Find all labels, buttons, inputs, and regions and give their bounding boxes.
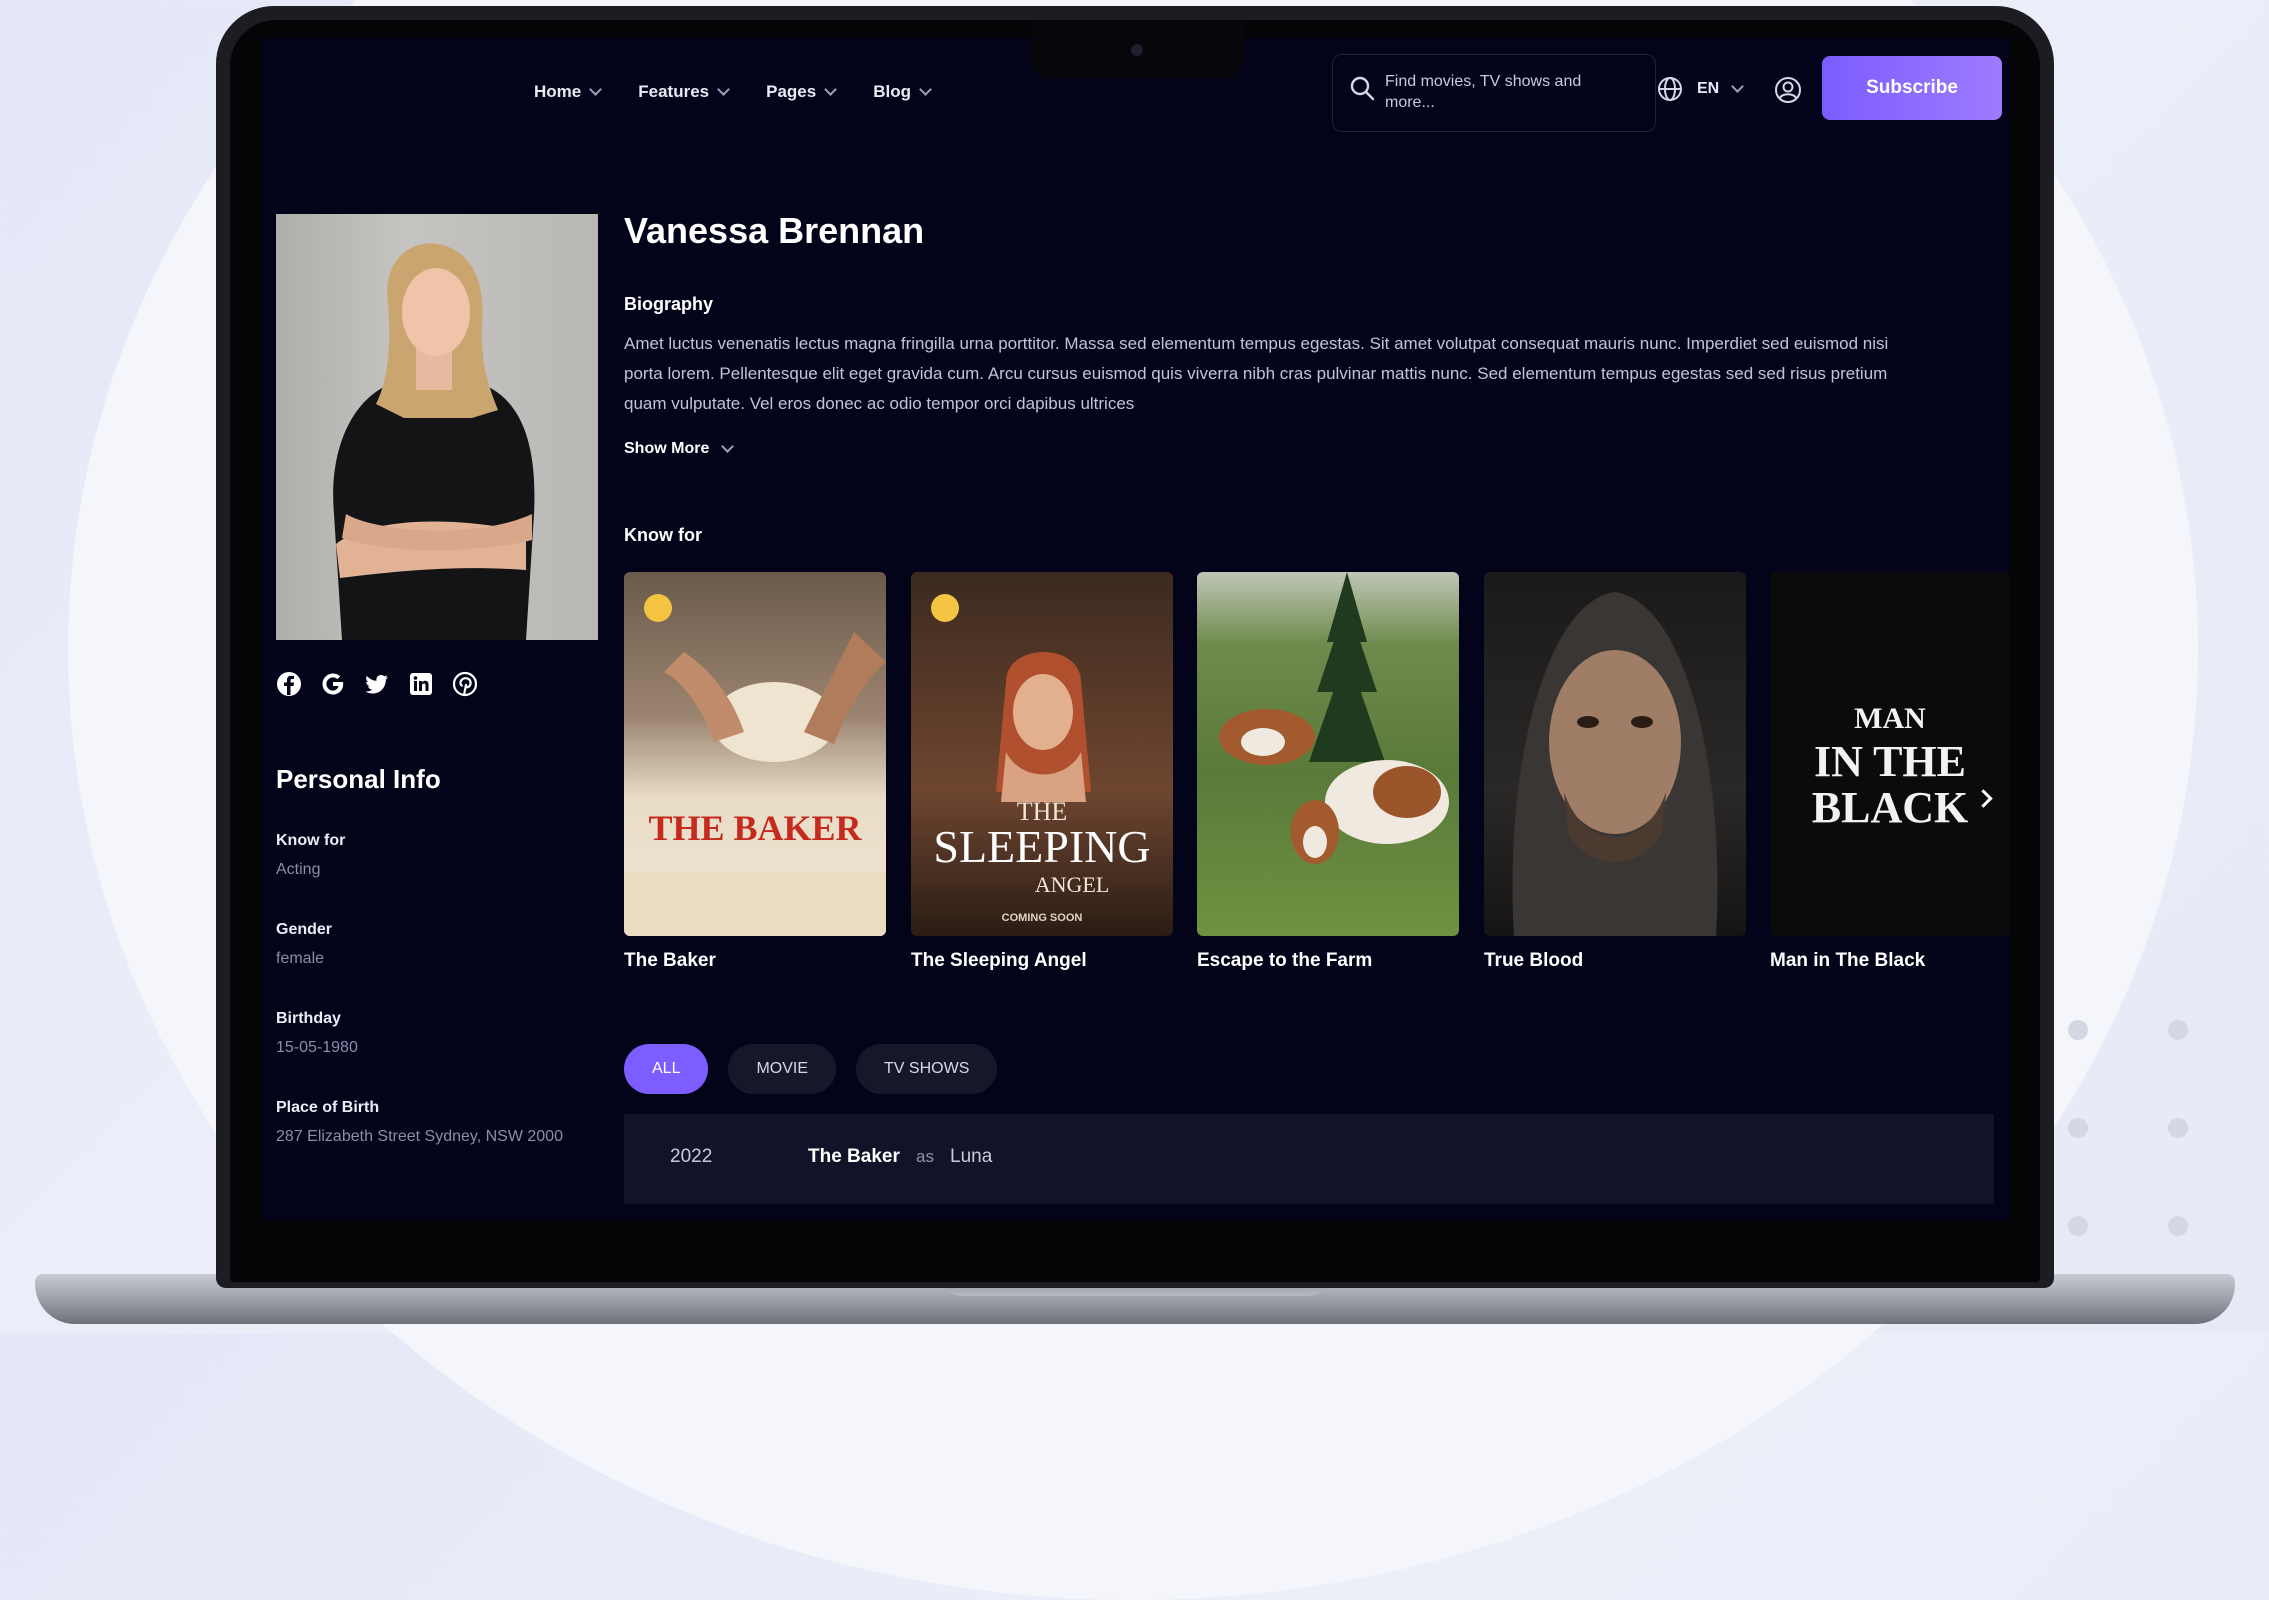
movie-card-the-sleeping-angel[interactable]: THE SLEEPING ANGEL COMING SOON The Sleep… [911,572,1173,972]
globe-icon [1658,77,1682,101]
poster-escape-to-the-farm [1197,572,1459,936]
poster-title-line-3: ANGEL [1034,872,1110,897]
nav-item-features[interactable]: Features [638,82,730,102]
person-name: Vanessa Brennan [624,210,925,251]
movie-title: The Baker [624,950,716,971]
gender-value: female [276,950,325,967]
place-of-birth-value: 287 Elizabeth Street Sydney, NSW 2000 [276,1128,563,1145]
movie-card-man-in-the-black[interactable]: MAN IN THE BLACK Man in The Black [1770,572,2010,972]
known-for-value: Acting [276,861,321,878]
nav-item-pages[interactable]: Pages [766,82,838,102]
subscribe-button[interactable]: Subscribe [1822,56,2002,120]
poster-tagline: COMING SOON [1001,912,1083,924]
biography-text: Amet luctus venenatis lectus magna fring… [624,334,1889,413]
poster-the-sleeping-angel: THE SLEEPING ANGEL COMING SOON [911,572,1173,936]
camera-icon [1131,44,1143,56]
poster-the-baker: THE BAKER [624,572,886,936]
movie-title: True Blood [1484,950,1584,971]
chevron-down-icon [919,83,932,96]
gender-label: Gender [276,921,333,938]
birthday-label: Birthday [276,1010,341,1027]
movie-card-escape-to-the-farm[interactable]: Escape to the Farm [1197,572,1459,972]
chevron-down-icon [589,83,603,96]
linkedin-icon[interactable] [408,671,434,697]
credit-row[interactable]: 2022 The Baker as Luna [624,1114,1994,1204]
credit-as: as [916,1147,934,1166]
search-placeholder: Find movies, TV shows and more... [1385,73,1582,111]
poster-title-line-2: SLEEPING [933,821,1151,872]
nav-item-home[interactable]: Home [534,82,603,102]
personal-info-title: Personal Info [276,764,441,794]
filter-movie[interactable]: MOVIE [728,1044,837,1094]
language-selector[interactable]: EN [1657,76,1745,102]
credit-title[interactable]: The Baker [808,1146,900,1168]
movie-title: The Sleeping Angel [911,950,1087,971]
place-of-birth-label: Place of Birth [276,1099,380,1116]
biography-title: Biography [624,294,714,314]
movie-title: Man in The Black [1770,950,1926,971]
main-nav: Home Features Pages Blog [534,82,968,102]
search-input[interactable]: Find movies, TV shows and more... [1332,54,1656,132]
rating-badge [931,594,959,622]
decorative-dots [2068,1020,2208,1250]
poster-true-blood [1484,572,1746,936]
poster-man-in-the-black: MAN IN THE BLACK [1770,572,2010,936]
search-icon [1350,76,1375,101]
birthday-value: 15-05-1980 [276,1039,358,1056]
pinterest-icon[interactable] [452,671,478,697]
laptop-screen: Home Features Pages Blog Find movies, TV… [262,38,2010,1220]
profile-photo [276,214,598,640]
google-icon[interactable] [320,671,346,697]
known-for-label: Know for [276,832,346,849]
show-more-button[interactable]: Show More [624,440,735,458]
movie-card-true-blood[interactable]: True Blood [1484,572,1746,972]
user-account-icon[interactable] [1774,76,1802,104]
filter-all[interactable]: ALL [624,1044,709,1094]
filter-tv-shows[interactable]: TV SHOWS [856,1044,998,1094]
credit-role: Luna [950,1146,993,1167]
nav-item-blog[interactable]: Blog [873,82,932,102]
credit-filters: ALL MOVIE TV SHOWS [624,1044,998,1094]
chevron-down-icon [824,83,838,96]
social-links [276,671,478,697]
poster-title-line-3: BLACK [1811,783,1969,832]
chevron-down-icon [717,83,730,96]
chevron-down-icon [1731,80,1745,93]
poster-title-text: THE BAKER [648,808,862,848]
facebook-icon[interactable] [276,671,302,697]
rating-badge [644,594,672,622]
known-for-title: Know for [624,525,702,545]
twitter-icon[interactable] [364,671,390,697]
poster-title-line-1: MAN [1854,702,1926,735]
chevron-down-icon [721,440,735,453]
movie-title: Escape to the Farm [1197,950,1373,971]
credit-year: 2022 [670,1146,713,1167]
poster-title-line-2: IN THE [1813,737,1967,786]
language-label: EN [1697,80,1720,97]
movie-card-the-baker[interactable]: THE BAKER The Baker [624,572,886,972]
